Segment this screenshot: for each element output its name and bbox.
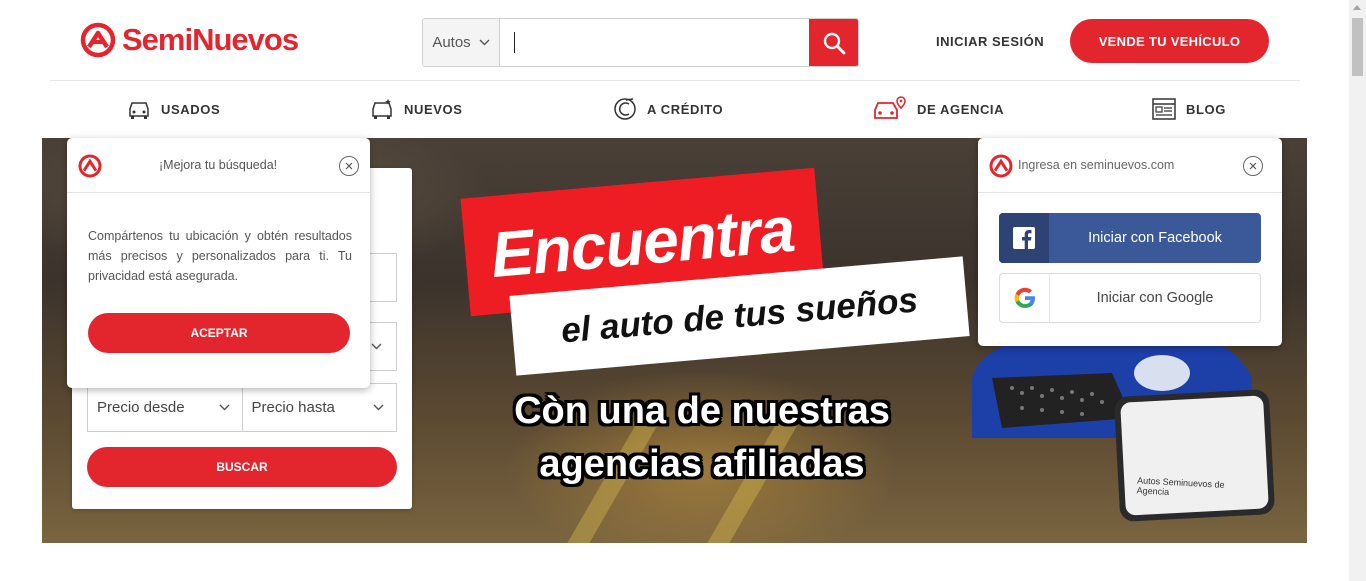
hero-subheadline: el auto de tus sueños <box>559 280 920 351</box>
credit-icon <box>614 98 636 120</box>
nav-label: DE AGENCIA <box>917 101 1005 117</box>
price-from-label: Precio desde <box>97 399 185 416</box>
search-button[interactable] <box>809 19 858 66</box>
chevron-down-icon <box>373 404 384 411</box>
nav-label: A CRÉDITO <box>647 101 724 117</box>
close-login-popup-button[interactable] <box>1243 156 1263 176</box>
location-popup: ¡Mejora tu búsqueda! Compártenos tu ubic… <box>67 138 370 388</box>
location-popup-title: ¡Mejora tu búsqueda! <box>159 158 278 172</box>
google-login-button[interactable]: Iniciar con Google <box>999 273 1261 323</box>
chevron-down-icon <box>479 39 490 46</box>
search-icon <box>823 32 845 54</box>
facebook-icon <box>1013 227 1035 249</box>
search-bar: Autos <box>422 18 859 67</box>
scrollbar-thumb[interactable] <box>1352 18 1363 76</box>
brand-logo-icon <box>78 154 102 178</box>
login-popup-title: Ingresa en seminuevos.com <box>1018 158 1175 172</box>
login-popup: Ingresa en seminuevos.com Iniciar con Fa… <box>978 138 1282 346</box>
used-car-icon <box>129 102 149 119</box>
search-category-value: Autos <box>432 34 471 51</box>
new-car-icon <box>372 99 392 119</box>
scroll-up-arrow-icon[interactable] <box>1353 5 1361 10</box>
nav-item-blog[interactable]: BLOG <box>1152 96 1226 122</box>
chevron-down-icon <box>219 404 229 411</box>
close-icon <box>1249 162 1257 170</box>
chevron-down-icon <box>371 343 382 350</box>
nav-item-usados[interactable]: USADOS <box>127 96 220 122</box>
login-popup-header: Ingresa en seminuevos.com <box>978 138 1282 193</box>
text-caret <box>514 32 515 53</box>
location-popup-header: ¡Mejora tu búsqueda! <box>67 138 370 193</box>
nav-label: BLOG <box>1186 101 1226 117</box>
phone-caption: Autos Seminuevos de Agencia <box>1136 475 1225 497</box>
brand-logo-icon <box>989 154 1013 178</box>
brand-logo-icon <box>80 22 116 58</box>
price-to-select[interactable]: Precio hasta <box>241 384 397 431</box>
accept-location-button[interactable]: ACEPTAR <box>88 313 350 353</box>
facebook-login-label: Iniciar con Facebook <box>1088 230 1222 246</box>
login-link[interactable]: INICIAR SESIÓN <box>936 34 1044 49</box>
sell-vehicle-button[interactable]: VENDE TU VEHÍCULO <box>1070 19 1269 63</box>
page-scrollbar[interactable] <box>1349 0 1366 581</box>
google-icon <box>1014 287 1035 308</box>
header-divider <box>50 80 1300 81</box>
search-input[interactable] <box>500 19 809 66</box>
phone-mockup: Autos Seminuevos de Agencia <box>1113 389 1276 522</box>
hero-line-1: Còn una de nuestras <box>514 390 890 432</box>
price-to-label: Precio hasta <box>251 399 335 416</box>
search-category-select[interactable]: Autos <box>423 19 500 66</box>
nav-label: NUEVOS <box>404 101 463 117</box>
nav-item-nuevos[interactable]: NUEVOS <box>370 96 463 122</box>
nav-label: USADOS <box>161 101 221 117</box>
google-login-label: Iniciar con Google <box>1096 290 1214 306</box>
nav-item-agencia[interactable]: DE AGENCIA <box>873 96 1004 122</box>
hero-line-2: agencias afiliadas <box>539 443 865 485</box>
location-popup-body: Compártenos tu ubicación y obtén resulta… <box>88 229 352 283</box>
blog-icon <box>1152 98 1176 120</box>
buscar-button[interactable]: BUSCAR <box>87 447 397 487</box>
close-icon <box>345 162 353 170</box>
close-location-popup-button[interactable] <box>339 156 359 176</box>
brand-name: SemiNuevos <box>122 22 299 57</box>
nav-item-credito[interactable]: A CRÉDITO <box>613 96 723 122</box>
agency-car-icon <box>874 96 906 119</box>
price-range: Precio desde Precio hasta <box>87 383 397 432</box>
site-logo[interactable]: SemiNuevos <box>80 22 299 58</box>
price-from-select[interactable]: Precio desde <box>88 384 242 431</box>
facebook-login-button[interactable]: Iniciar con Facebook <box>999 213 1261 263</box>
